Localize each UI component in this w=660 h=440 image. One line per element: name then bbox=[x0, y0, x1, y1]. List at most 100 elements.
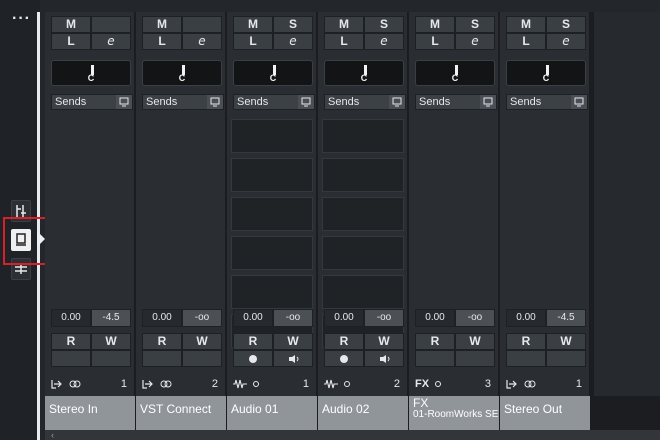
solo-button[interactable]: S bbox=[455, 16, 495, 33]
channel-strip: M S Le C Sends 0.00 -4.5 R W 1 Stereo Out bbox=[500, 12, 590, 440]
channel-strip: M Le C Sends 0.00 -4.5 R W 1 Stereo In bbox=[45, 12, 135, 440]
monitor-icon[interactable] bbox=[116, 95, 132, 109]
solo-button[interactable]: S bbox=[546, 16, 586, 33]
send-slot[interactable] bbox=[231, 158, 313, 192]
volume-value[interactable]: -oo bbox=[273, 309, 313, 327]
monitor-icon[interactable] bbox=[571, 95, 587, 109]
monitor-icon[interactable] bbox=[480, 95, 496, 109]
send-slot[interactable] bbox=[231, 236, 313, 270]
sends-header[interactable]: Sends bbox=[415, 94, 497, 110]
volume-value[interactable]: -oo bbox=[364, 309, 404, 327]
listen-button[interactable]: L bbox=[233, 33, 273, 50]
listen-button[interactable]: L bbox=[142, 33, 182, 50]
listen-button[interactable]: L bbox=[324, 33, 364, 50]
monitor-button[interactable] bbox=[273, 350, 313, 367]
channel-name[interactable]: FX 01-RoomWorks SE bbox=[409, 396, 499, 432]
pan-control[interactable]: C bbox=[142, 60, 222, 86]
volume-value[interactable]: -oo bbox=[182, 309, 222, 327]
edit-icon: e bbox=[471, 34, 479, 48]
write-button[interactable]: W bbox=[273, 333, 313, 350]
volume-value[interactable]: -4.5 bbox=[546, 309, 586, 327]
send-slot[interactable] bbox=[322, 119, 404, 153]
send-slot[interactable] bbox=[231, 119, 313, 153]
read-button[interactable]: R bbox=[415, 333, 455, 350]
send-level-value[interactable]: 0.00 bbox=[233, 309, 273, 327]
channel-name[interactable]: Audio 02 bbox=[318, 396, 408, 432]
monitor-icon[interactable] bbox=[389, 95, 405, 109]
empty-area bbox=[594, 12, 660, 396]
send-slot[interactable] bbox=[322, 275, 404, 309]
mute-button[interactable]: M bbox=[324, 16, 364, 33]
mute-button[interactable]: M bbox=[51, 16, 91, 33]
send-level-value[interactable]: 0.00 bbox=[51, 309, 91, 327]
ellipsis-icon[interactable]: ··· bbox=[12, 11, 31, 27]
scroll-left-icon[interactable]: ‹ bbox=[51, 430, 54, 440]
edit-button[interactable]: e bbox=[273, 33, 313, 50]
sends-label: Sends bbox=[328, 96, 360, 108]
edit-button[interactable]: e bbox=[91, 33, 131, 50]
sends-header[interactable]: Sends bbox=[324, 94, 406, 110]
send-slot[interactable] bbox=[231, 197, 313, 231]
sends-header[interactable]: Sends bbox=[233, 94, 315, 110]
edit-icon: e bbox=[198, 34, 206, 48]
fx-label: FX bbox=[415, 378, 430, 390]
edit-button[interactable]: e bbox=[455, 33, 495, 50]
sends-header[interactable]: Sends bbox=[506, 94, 588, 110]
horizontal-scrollbar[interactable]: ‹ bbox=[45, 430, 660, 440]
send-level-value[interactable]: 0.00 bbox=[324, 309, 364, 327]
sends-label: Sends bbox=[419, 96, 451, 108]
channel-name[interactable]: Audio 01 bbox=[227, 396, 317, 432]
pan-label: C bbox=[87, 73, 95, 83]
write-button[interactable]: W bbox=[546, 333, 586, 350]
monitor-icon[interactable] bbox=[207, 95, 223, 109]
edit-button[interactable]: e bbox=[364, 33, 404, 50]
sends-header[interactable]: Sends bbox=[51, 94, 133, 110]
read-button[interactable]: R bbox=[233, 333, 273, 350]
read-button[interactable]: R bbox=[324, 333, 364, 350]
pan-label: C bbox=[269, 73, 277, 83]
send-level-value[interactable]: 0.00 bbox=[415, 309, 455, 327]
mute-button[interactable]: M bbox=[415, 16, 455, 33]
empty-button bbox=[546, 350, 586, 367]
send-slot[interactable] bbox=[322, 197, 404, 231]
mute-button[interactable]: M bbox=[506, 16, 546, 33]
monitor-icon[interactable] bbox=[298, 95, 314, 109]
send-slot[interactable] bbox=[231, 275, 313, 309]
record-button[interactable] bbox=[324, 350, 364, 367]
channel-number: 2 bbox=[211, 378, 218, 390]
send-level-value[interactable]: 0.00 bbox=[142, 309, 182, 327]
channel-name-line1: FX bbox=[413, 396, 429, 410]
pan-control[interactable]: C bbox=[324, 60, 404, 86]
listen-button[interactable]: L bbox=[506, 33, 546, 50]
write-button[interactable]: W bbox=[364, 333, 404, 350]
write-button[interactable]: W bbox=[182, 333, 222, 350]
mute-button[interactable]: M bbox=[142, 16, 182, 33]
read-button[interactable]: R bbox=[51, 333, 91, 350]
pan-control[interactable]: C bbox=[51, 60, 131, 86]
channel-name[interactable]: Stereo In bbox=[45, 396, 135, 432]
volume-value[interactable]: -4.5 bbox=[91, 309, 131, 327]
solo-button[interactable]: S bbox=[364, 16, 404, 33]
listen-button[interactable]: L bbox=[415, 33, 455, 50]
write-button[interactable]: W bbox=[91, 333, 131, 350]
solo-button[interactable]: S bbox=[273, 16, 313, 33]
record-button[interactable] bbox=[233, 350, 273, 367]
edit-button[interactable]: e bbox=[546, 33, 586, 50]
send-slot[interactable] bbox=[322, 158, 404, 192]
mute-button[interactable]: M bbox=[233, 16, 273, 33]
pan-control[interactable]: C bbox=[506, 60, 586, 86]
send-slot[interactable] bbox=[322, 236, 404, 270]
monitor-button[interactable] bbox=[364, 350, 404, 367]
channel-name[interactable]: VST Connect bbox=[136, 396, 226, 432]
channel-name[interactable]: Stereo Out bbox=[500, 396, 590, 432]
edit-button[interactable]: e bbox=[182, 33, 222, 50]
send-level-value[interactable]: 0.00 bbox=[506, 309, 546, 327]
read-button[interactable]: R bbox=[142, 333, 182, 350]
listen-button[interactable]: L bbox=[51, 33, 91, 50]
read-button[interactable]: R bbox=[506, 333, 546, 350]
pan-control[interactable]: C bbox=[415, 60, 495, 86]
sends-header[interactable]: Sends bbox=[142, 94, 224, 110]
volume-value[interactable]: -oo bbox=[455, 309, 495, 327]
write-button[interactable]: W bbox=[455, 333, 495, 350]
pan-control[interactable]: C bbox=[233, 60, 313, 86]
